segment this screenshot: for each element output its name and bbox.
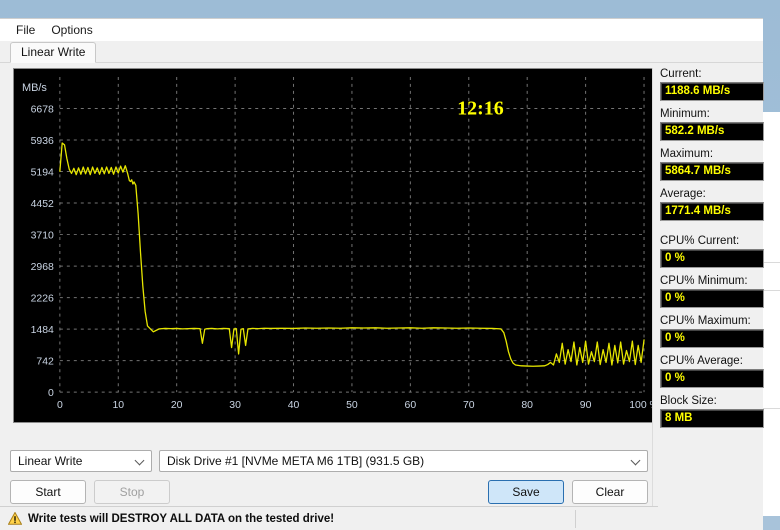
- drive-select[interactable]: Disk Drive #1 [NVMe META M6 1TB] (931.5 …: [159, 450, 648, 472]
- panel-divider: [652, 68, 653, 508]
- stat-cpu-minimum: CPU% Minimum: 0 %: [660, 275, 764, 308]
- svg-text:5194: 5194: [31, 168, 54, 179]
- controls-row-selects: Linear Write Disk Drive #1 [NVMe META M6…: [10, 450, 648, 472]
- stat-cpu-current-value: 0 %: [660, 249, 764, 268]
- svg-text:40: 40: [288, 400, 300, 411]
- svg-text:10: 10: [112, 400, 124, 411]
- stat-cpu-minimum-value: 0 %: [660, 289, 764, 308]
- stat-cpu-current: CPU% Current: 0 %: [660, 235, 764, 268]
- stat-current-value: 1188.6 MB/s: [660, 82, 764, 101]
- svg-text:30: 30: [229, 400, 241, 411]
- controls-area: Linear Write Disk Drive #1 [NVMe META M6…: [0, 450, 658, 504]
- svg-text:742: 742: [36, 357, 54, 368]
- background-window-right-edge[interactable]: [762, 112, 780, 516]
- stats-spacer: [660, 228, 760, 235]
- menu-item-file[interactable]: File: [8, 21, 43, 39]
- screen: File Options Linear Write 0 742 1484 2226 29…: [0, 0, 780, 530]
- chevron-down-icon: [134, 455, 145, 466]
- stat-maximum: Maximum: 5864.7 MB/s: [660, 148, 764, 181]
- stat-block-size: Block Size: 8 MB: [660, 395, 764, 428]
- svg-text:50: 50: [346, 400, 358, 411]
- benchmark-graph-svg: 0 742 1484 2226 2968 3710 4452 5194 5936 6678 0 10…: [14, 69, 652, 422]
- svg-text:3710: 3710: [31, 231, 54, 242]
- stat-cpu-average-label: CPU% Average:: [660, 355, 743, 367]
- stat-maximum-value: 5864.7 MB/s: [660, 162, 764, 181]
- menu-item-options[interactable]: Options: [43, 21, 100, 39]
- chevron-down-icon: [630, 455, 641, 466]
- main-content: 0 742 1484 2226 2968 3710 4452 5194 5936 6678 0 10…: [0, 63, 764, 530]
- stat-maximum-label: Maximum:: [660, 148, 714, 160]
- start-button[interactable]: Start: [10, 480, 86, 504]
- test-mode-select-value: Linear Write: [18, 454, 83, 468]
- clear-button[interactable]: Clear: [572, 480, 648, 504]
- stat-minimum: Minimum: 582.2 MB/s: [660, 108, 764, 141]
- tab-linear-write[interactable]: Linear Write: [10, 42, 97, 63]
- svg-text:6678: 6678: [31, 104, 54, 115]
- svg-text:2226: 2226: [31, 294, 54, 305]
- status-bar-divider: [575, 510, 576, 528]
- stat-cpu-average: CPU% Average: 0 %: [660, 355, 764, 388]
- stat-cpu-current-label: CPU% Current:: [660, 235, 740, 247]
- svg-text:70: 70: [463, 400, 475, 411]
- stat-current-label: Current:: [660, 68, 702, 80]
- svg-text:5936: 5936: [31, 136, 54, 147]
- graph-timer-label: 12:16: [457, 97, 504, 119]
- stat-cpu-maximum-value: 0 %: [660, 329, 764, 348]
- svg-text:90: 90: [580, 400, 592, 411]
- warning-icon: [8, 512, 22, 525]
- stats-panel: Current: 1188.6 MB/s Minimum: 582.2 MB/s…: [660, 68, 764, 508]
- svg-text:60: 60: [405, 400, 417, 411]
- stat-block-size-label: Block Size:: [660, 395, 717, 407]
- stat-block-size-value: 8 MB: [660, 409, 764, 428]
- menu-bar: File Options: [0, 19, 763, 41]
- stop-button[interactable]: Stop: [94, 480, 170, 504]
- stat-average-label: Average:: [660, 188, 706, 200]
- stat-minimum-value: 582.2 MB/s: [660, 122, 764, 141]
- stat-current: Current: 1188.6 MB/s: [660, 68, 764, 101]
- tab-strip: Linear Write: [0, 41, 763, 63]
- graph-unit-label: MB/s: [22, 82, 47, 94]
- stat-average: Average: 1771.4 MB/s: [660, 188, 764, 221]
- svg-text:0: 0: [57, 400, 63, 411]
- svg-text:2968: 2968: [31, 262, 54, 273]
- svg-text:1484: 1484: [31, 325, 54, 336]
- status-bar: Write tests will DESTROY ALL DATA on the…: [0, 506, 658, 530]
- stat-average-value: 1771.4 MB/s: [660, 202, 764, 221]
- drive-select-value: Disk Drive #1 [NVMe META M6 1TB] (931.5 …: [167, 454, 425, 468]
- svg-text:100 %: 100 %: [629, 400, 652, 411]
- stat-cpu-maximum: CPU% Maximum: 0 %: [660, 315, 764, 348]
- save-button[interactable]: Save: [488, 480, 564, 504]
- svg-text:4452: 4452: [31, 199, 54, 210]
- controls-row-buttons: Start Stop Save Clear: [10, 480, 648, 504]
- svg-text:20: 20: [171, 400, 183, 411]
- stat-cpu-minimum-label: CPU% Minimum:: [660, 275, 748, 287]
- app-window: File Options Linear Write 0 742 1484 2226 29…: [0, 18, 764, 530]
- test-mode-select[interactable]: Linear Write: [10, 450, 152, 472]
- stat-cpu-maximum-label: CPU% Maximum:: [660, 315, 751, 327]
- warning-text: Write tests will DESTROY ALL DATA on the…: [28, 512, 335, 525]
- stat-cpu-average-value: 0 %: [660, 369, 764, 388]
- svg-text:80: 80: [521, 400, 533, 411]
- benchmark-graph[interactable]: 0 742 1484 2226 2968 3710 4452 5194 5936 6678 0 10…: [13, 68, 653, 423]
- svg-text:0: 0: [48, 388, 54, 399]
- stat-minimum-label: Minimum:: [660, 108, 710, 120]
